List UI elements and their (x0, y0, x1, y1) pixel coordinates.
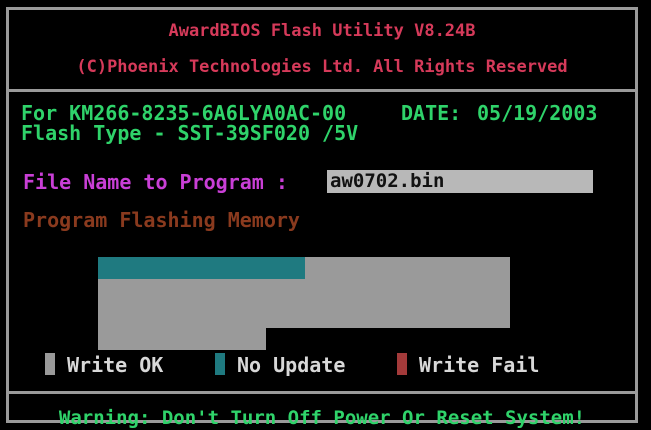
write-fail-swatch-icon (397, 353, 407, 375)
file-name-label: File Name to Program : (23, 170, 288, 194)
write-ok-swatch-icon (45, 353, 55, 375)
footer-divider (9, 391, 635, 394)
header-divider (9, 89, 635, 92)
file-name-input[interactable]: aw0702.bin (327, 170, 593, 193)
date-value: 05/19/2003 (477, 101, 598, 125)
progress-no-update (98, 257, 305, 279)
no-update-label: No Update (237, 353, 346, 377)
flash-type: Flash Type - SST-39SF020 /5V (21, 121, 359, 145)
progress-write-ok-fill (98, 279, 510, 328)
progress-write-ok-tail (98, 328, 266, 350)
flash-utility-frame: AwardBIOS Flash Utility V8.24B (C)Phoeni… (6, 7, 638, 429)
utility-title: AwardBIOS Flash Utility V8.24B (168, 21, 476, 41)
warning-message: Warning: Don't Turn Off Power Or Reset S… (58, 407, 586, 429)
no-update-swatch-icon (215, 353, 225, 375)
progress-write-ok (305, 257, 510, 279)
date-label: DATE: (401, 101, 462, 125)
write-fail-label: Write Fail (419, 353, 540, 377)
status-message: Program Flashing Memory (23, 208, 300, 232)
copyright-line: (C)Phoenix Technologies Ltd. All Rights … (76, 57, 568, 77)
write-ok-label: Write OK (67, 353, 164, 377)
